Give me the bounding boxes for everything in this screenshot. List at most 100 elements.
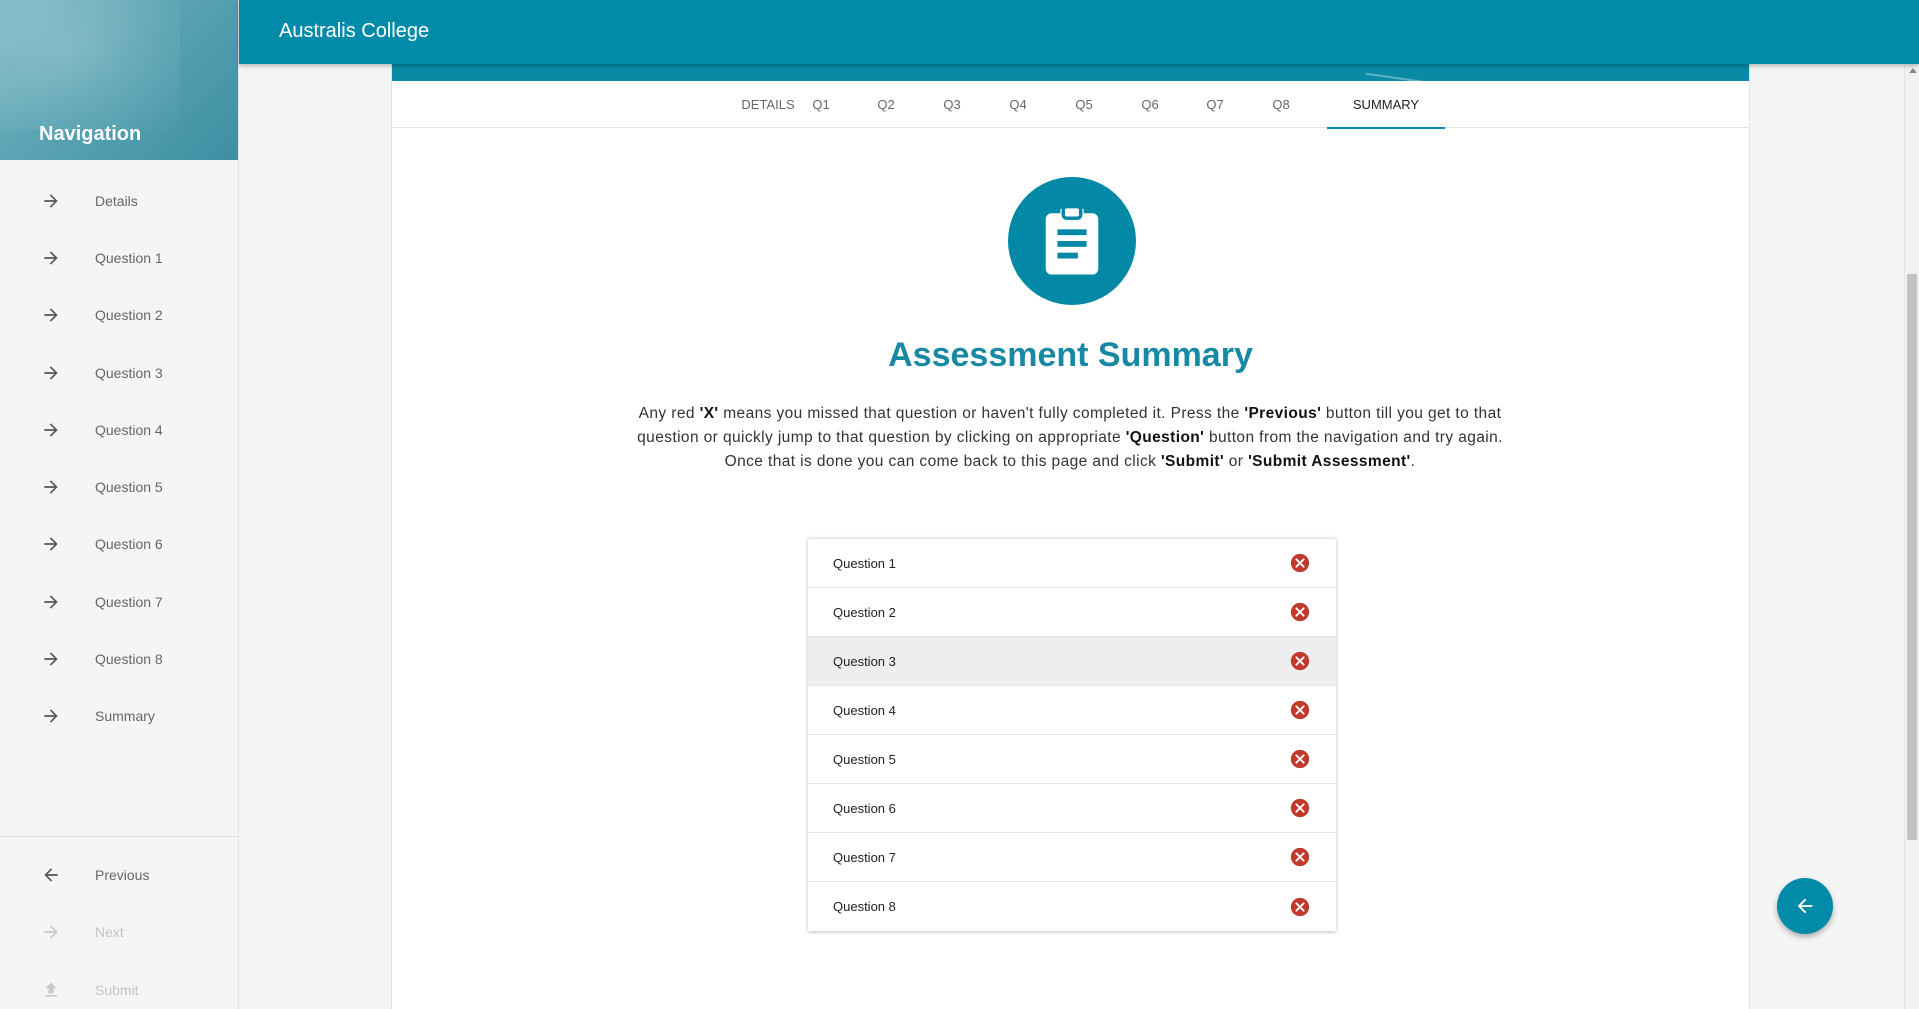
sidebar-item-question-7[interactable]: Question 7 xyxy=(0,573,238,630)
question-row-label: Question 7 xyxy=(833,849,896,865)
sidebar-header: Navigation xyxy=(0,0,238,160)
summary-bold-submit-assessment: 'Submit Assessment' xyxy=(1248,453,1411,470)
sidebar-item-label: Question 1 xyxy=(95,249,163,266)
arrow-right-icon xyxy=(40,591,62,613)
tab-q8[interactable]: Q8 xyxy=(1249,81,1313,128)
top-app-bar: Australis College xyxy=(239,0,1919,64)
question-row-label: Question 4 xyxy=(833,702,896,718)
x-circle-icon xyxy=(1289,699,1311,721)
sidebar-item-question-4[interactable]: Question 4 xyxy=(0,401,238,458)
nav-button-label: Previous xyxy=(95,866,150,883)
question-row-label: Question 6 xyxy=(833,800,896,816)
sidebar-item-label: Question 7 xyxy=(95,593,163,610)
header-banner xyxy=(392,64,1749,81)
question-row[interactable]: Question 4 xyxy=(808,686,1336,735)
arrow-left-icon xyxy=(40,864,62,886)
tab-q7[interactable]: Q7 xyxy=(1183,81,1247,128)
arrow-right-icon xyxy=(40,476,62,498)
question-row-label: Question 2 xyxy=(833,604,896,620)
scroll-up-arrow[interactable] xyxy=(1909,68,1917,73)
summary-bold-x: 'X' xyxy=(699,405,719,422)
tab-q6[interactable]: Q6 xyxy=(1118,81,1182,128)
sidebar-item-label: Question 6 xyxy=(95,536,163,553)
sidebar-item-question-3[interactable]: Question 3 xyxy=(0,344,238,401)
summary-text-part: . xyxy=(1410,453,1416,470)
submit-button[interactable]: Submit xyxy=(0,961,239,1009)
x-circle-icon xyxy=(1289,748,1311,770)
question-row-label: Question 5 xyxy=(833,751,896,767)
x-circle-icon xyxy=(1289,797,1311,819)
arrow-right-icon xyxy=(40,419,62,441)
next-button[interactable]: Next xyxy=(0,904,239,962)
x-circle-icon xyxy=(1289,601,1311,623)
sidebar-item-label: Question 2 xyxy=(95,307,163,324)
x-circle-icon xyxy=(1289,552,1311,574)
nav-bottom: Previous Next Submit xyxy=(0,836,239,1009)
summary-text-part: or xyxy=(1224,453,1249,470)
arrow-right-icon xyxy=(40,362,62,384)
sidebar-item-label: Summary xyxy=(95,708,155,725)
sidebar-item-question-1[interactable]: Question 1 xyxy=(0,229,238,286)
clipboard-icon xyxy=(1008,177,1136,305)
question-row[interactable]: Question 6 xyxy=(808,784,1336,833)
x-circle-icon xyxy=(1289,846,1311,868)
summary-bold-previous: 'Previous' xyxy=(1244,405,1322,422)
question-row[interactable]: Question 7 xyxy=(808,833,1336,882)
tab-q1[interactable]: Q1 xyxy=(789,81,853,128)
sidebar-item-label: Question 4 xyxy=(95,421,163,438)
arrow-right-icon xyxy=(40,921,62,943)
tab-q2[interactable]: Q2 xyxy=(854,81,918,128)
question-row-label: Question 8 xyxy=(833,899,896,914)
sidebar-item-summary[interactable]: Summary xyxy=(0,688,238,745)
back-fab-button[interactable] xyxy=(1777,878,1833,934)
app-title: Australis College xyxy=(279,20,430,42)
tab-q3[interactable]: Q3 xyxy=(920,81,984,128)
nav-list: Details Question 1 Question 2 Question 3 Que… xyxy=(0,160,238,745)
nav-button-label: Submit xyxy=(95,981,139,998)
sidebar-item-label: Details xyxy=(95,192,138,209)
summary-bold-question: 'Question' xyxy=(1125,429,1205,446)
sidebar-item-question-2[interactable]: Question 2 xyxy=(0,287,238,344)
x-circle-icon xyxy=(1289,896,1311,918)
sidebar-item-question-5[interactable]: Question 5 xyxy=(0,458,238,515)
assessment-card: DETAILS Q1 Q2 Q3 Q4 Q5 Q6 Q7 Q8 SUMMARY Assessmen… xyxy=(391,64,1750,1009)
question-row[interactable]: Question 8 xyxy=(808,882,1336,931)
summary-text-part: means you missed that question or haven'… xyxy=(718,405,1245,422)
arrow-left-icon xyxy=(1797,898,1813,914)
summary-text-part: Any red xyxy=(638,405,700,422)
scrollbar-thumb[interactable] xyxy=(1907,274,1917,840)
arrow-right-icon xyxy=(40,648,62,670)
tab-summary[interactable]: SUMMARY xyxy=(1327,81,1445,129)
sidebar-item-details[interactable]: Details xyxy=(0,172,238,229)
tab-q4[interactable]: Q4 xyxy=(986,81,1050,128)
previous-button[interactable]: Previous xyxy=(0,846,239,904)
question-status-list: Question 1 Question 2 Question 3 Question 4… xyxy=(808,538,1336,931)
arrow-right-icon xyxy=(40,533,62,555)
sidebar-title: Navigation xyxy=(39,123,142,145)
sidebar-item-question-8[interactable]: Question 8 xyxy=(0,630,238,687)
arrow-right-icon xyxy=(40,304,62,326)
question-row[interactable]: Question 2 xyxy=(808,588,1336,637)
sidebar: Navigation Details Question 1 Question 2 Qu… xyxy=(0,0,239,1009)
sidebar-item-label: Question 5 xyxy=(95,479,163,496)
nav-button-label: Next xyxy=(95,924,124,941)
question-row[interactable]: Question 3 xyxy=(808,637,1336,686)
sidebar-item-label: Question 3 xyxy=(95,364,163,381)
x-circle-icon xyxy=(1289,650,1311,672)
arrow-right-icon xyxy=(40,247,62,269)
sidebar-item-question-6[interactable]: Question 6 xyxy=(0,516,238,573)
question-row-label: Question 1 xyxy=(833,555,896,571)
summary-title: Assessment Summary xyxy=(888,336,1253,374)
arrow-right-icon xyxy=(40,190,62,212)
sidebar-item-label: Question 8 xyxy=(95,651,163,668)
summary-instructions: Any red 'X' means you missed that questi… xyxy=(630,402,1510,474)
summary-bold-submit: 'Submit' xyxy=(1160,453,1225,470)
upload-icon xyxy=(40,979,62,1001)
page-scrollbar[interactable] xyxy=(1904,64,1919,1009)
question-row[interactable]: Question 1 xyxy=(808,539,1336,588)
question-row[interactable]: Question 5 xyxy=(808,735,1336,784)
tab-bar: DETAILS Q1 Q2 Q3 Q4 Q5 Q6 Q7 Q8 SUMMARY xyxy=(392,81,1749,129)
tab-q5[interactable]: Q5 xyxy=(1052,81,1116,128)
question-row-label: Question 3 xyxy=(833,653,896,669)
arrow-right-icon xyxy=(40,705,62,727)
